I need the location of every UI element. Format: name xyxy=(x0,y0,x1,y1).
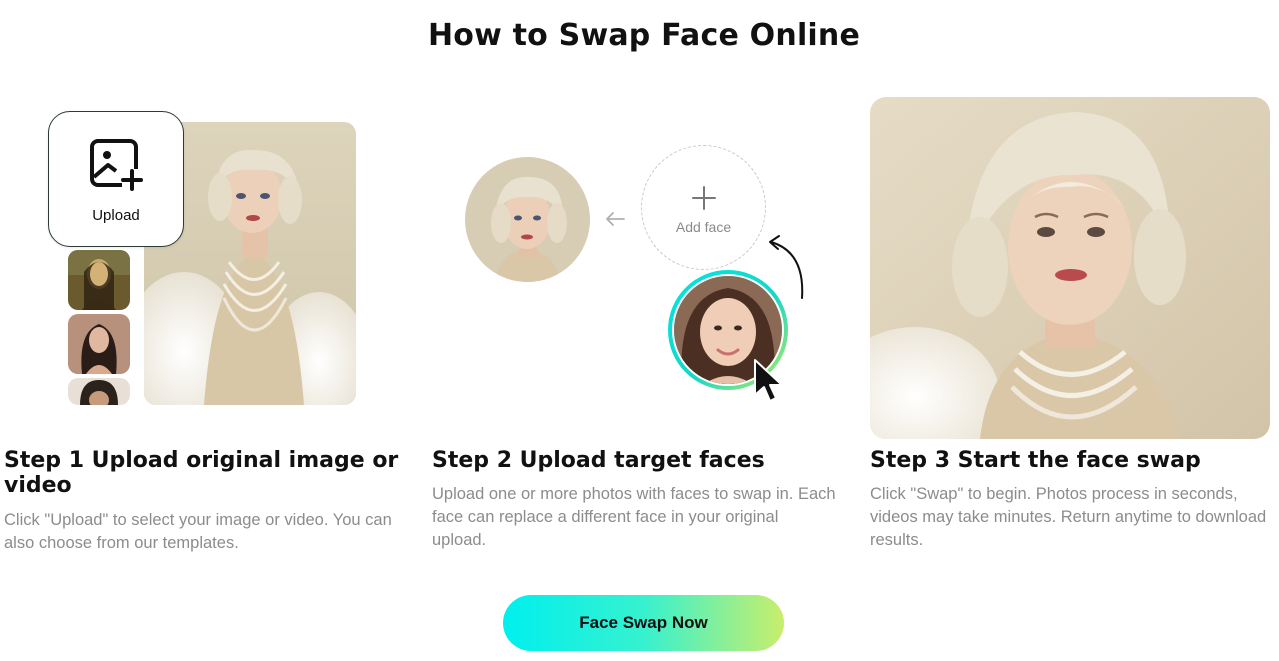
upload-button[interactable]: Upload xyxy=(48,111,184,247)
original-face-circle xyxy=(465,157,590,282)
step2-title: Step 2 Upload target faces xyxy=(432,448,765,473)
page-title: How to Swap Face Online xyxy=(427,18,861,53)
face-swap-now-button[interactable]: Face Swap Now xyxy=(503,595,784,651)
step3-title: Step 3 Start the face swap xyxy=(870,448,1201,473)
add-face-button[interactable]: Add face xyxy=(641,145,766,270)
cursor-icon xyxy=(754,359,783,402)
plus-icon xyxy=(691,185,716,210)
step3-description: Click "Swap" to begin. Photos process in… xyxy=(870,485,1267,549)
template-thumbnail[interactable] xyxy=(68,314,130,374)
add-face-label: Add face xyxy=(675,218,732,235)
step1-title: Step 1 Upload original image or video xyxy=(4,448,399,498)
step2-description: Upload one or more photos with faces to … xyxy=(432,485,836,549)
template-thumbnail[interactable] xyxy=(68,250,130,310)
arrow-left-icon xyxy=(606,212,625,226)
step1-description: Click "Upload" to select your image or v… xyxy=(4,511,392,552)
add-image-icon xyxy=(90,138,143,191)
result-image-preview xyxy=(870,97,1270,439)
template-thumbnail[interactable] xyxy=(68,378,130,405)
upload-label: Upload xyxy=(92,206,140,224)
